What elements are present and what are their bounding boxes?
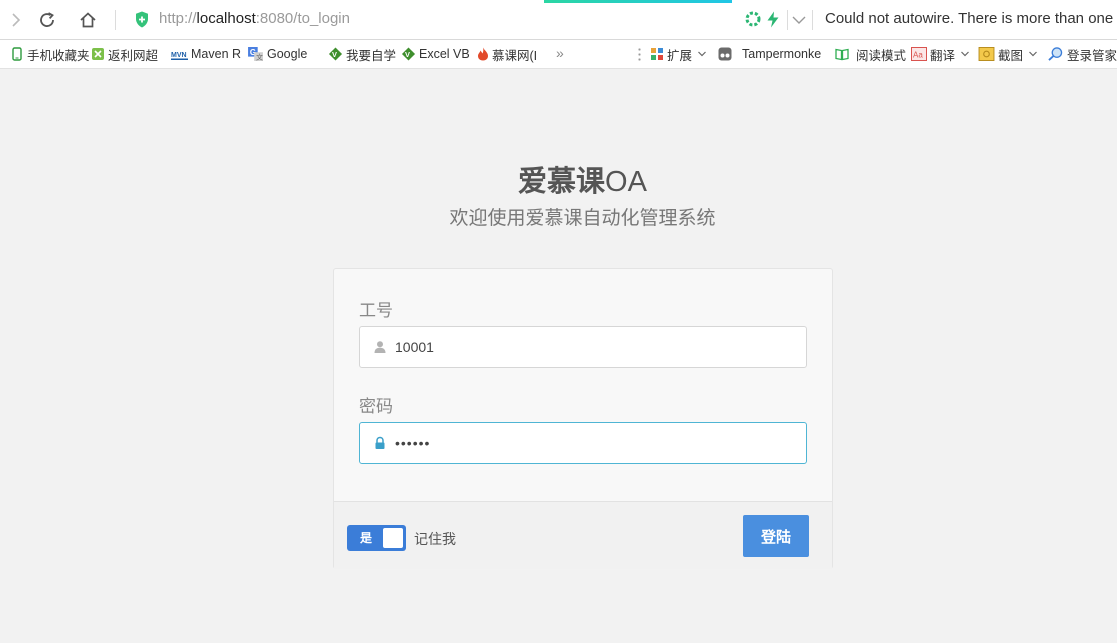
extension-screenshot[interactable]: 截图 [978,46,1038,63]
reload-icon [40,12,54,27]
search-suggestion-text[interactable]: Could not autowire. There is more than o… [825,10,1117,27]
svg-text:MVN: MVN [171,52,187,59]
chevron-down-icon [961,51,969,57]
toggle-knob [383,528,403,548]
extension-reader-mode[interactable]: 阅读模式 [835,46,907,63]
user-icon [374,341,386,353]
password-field[interactable] [359,422,807,464]
secure-shield-icon [136,11,148,28]
title-suffix: OA [605,166,647,198]
toolbar-divider [787,10,788,30]
extension-label: 登录管家 [1067,48,1117,63]
bookmark-label: 返利网超 [108,48,159,63]
bookmark-label: 我要自学 [346,48,397,63]
bookmark-maven[interactable]: MVN Maven R [171,46,241,62]
mvn-icon: MVN [171,52,188,60]
login-button[interactable]: 登陆 [743,515,809,557]
chevron-right-icon [12,13,21,27]
home-icon [80,12,96,28]
reload-button[interactable] [37,9,57,31]
extension-label: 翻译 [930,48,956,63]
bookmark-label: Excel VB [419,47,470,61]
more-bookmarks-button[interactable]: » [556,45,564,61]
username-input[interactable] [395,335,795,359]
page-load-progress [544,0,732,3]
bookmark-imooc[interactable]: 慕课网(I [477,46,538,63]
toggle-state-text: 是 [360,531,373,545]
tampermonkey-icon [718,47,732,61]
url-path: :8080/to_login [255,10,350,27]
bookmark-excel-vb[interactable]: V Excel VB [401,46,470,62]
url-scheme: http:// [159,10,197,27]
login-card-footer: 是 记住我 登陆 [334,501,832,569]
password-label: 密码 [359,397,393,416]
book-icon [835,48,849,61]
login-card: 工号 密码 是 记住我 登陆 [333,268,833,569]
vim-icon: V [328,47,343,61]
toolbar-divider [115,10,116,30]
toolbar-divider [812,10,813,30]
remember-me-label: 记住我 [414,531,456,547]
remember-me-toggle[interactable]: 是 [347,525,406,551]
vim-icon: V [401,47,416,61]
bookmark-label: Google [267,47,308,61]
extension-login-manager[interactable]: 登录管家 [1047,46,1117,63]
lightning-icon[interactable] [766,11,780,28]
title-main: 爱慕课 [518,166,606,198]
spinner-icon[interactable] [745,11,761,27]
magnifier-icon [1048,47,1063,61]
page-subtitle: 欢迎使用爱慕课自动化管理系统 [449,208,716,229]
forward-button[interactable] [6,9,26,31]
password-input[interactable] [395,431,795,455]
lock-icon [375,436,385,449]
google-icon: G文 [248,47,263,61]
puzzle-icon [651,48,663,60]
bookmarks-bar: 手机收藏夹 返利网超 MVN Maven R G文 Google V 我要自学 … [0,40,1117,69]
username-field[interactable] [359,326,807,368]
extension-label: 截图 [998,48,1024,63]
bookmark-label: Maven R [191,47,242,61]
screenshot-icon [978,47,995,61]
bookmark-label: 手机收藏夹 [27,48,90,63]
drag-handle[interactable] [638,47,641,61]
bookmark-google[interactable]: G文 Google [247,46,307,62]
extension-label: 扩展 [667,48,693,63]
url-host: localhost [196,10,256,27]
fanli-icon [92,48,104,60]
page-title: 爱慕课OA [0,158,1117,200]
flame-icon [478,47,488,61]
svg-text:Aa: Aa [913,51,923,60]
extension-translate[interactable]: Aa 翻译 [911,46,970,63]
username-label: 工号 [359,301,393,320]
bookmark-self-study[interactable]: V 我要自学 [328,46,397,63]
home-button[interactable] [78,9,98,31]
chevron-down-icon [698,51,706,57]
svg-text:V: V [405,50,410,59]
address-bar[interactable]: http://localhost:8080/to_login [159,10,350,27]
extension-expand[interactable]: 扩展 [650,46,707,63]
svg-text:V: V [332,50,337,59]
extension-tampermonkey[interactable]: Tampermonke [718,46,821,62]
svg-text:文: 文 [256,53,263,61]
bookmark-label: 慕课网(I [492,48,538,63]
extension-label: 阅读模式 [856,48,907,63]
bookmark-mobile-favorites[interactable]: 手机收藏夹 [10,46,90,63]
chevron-down-icon [1029,51,1037,57]
browser-toolbar: http://localhost:8080/to_login Could not… [0,0,1117,40]
translate-icon: Aa [911,47,927,61]
chevron-down-icon[interactable] [791,12,807,28]
extension-label: Tampermonke [742,47,822,61]
phone-bookmark-icon [12,47,22,61]
bookmark-fanli[interactable]: 返利网超 [91,46,159,63]
